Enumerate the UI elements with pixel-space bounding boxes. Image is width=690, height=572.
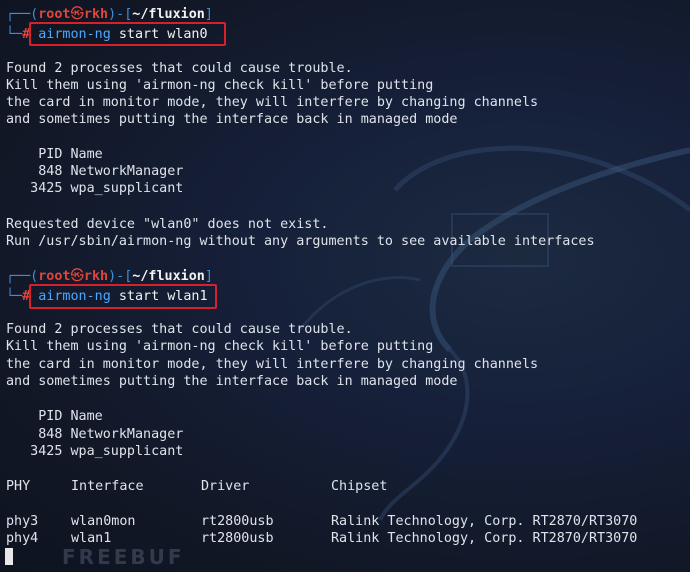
output-line: Found 2 processes that could cause troub… [6, 61, 353, 76]
output-line: Run /usr/sbin/airmon-ng without any argu… [6, 234, 595, 249]
skull-icon: ㉿ [70, 7, 84, 22]
command-highlight-box-2 [29, 284, 217, 309]
table-cell: Ralink Technology, Corp. RT2870/RT3070 [331, 514, 638, 529]
output-line: the card in monitor mode, they will inte… [6, 357, 539, 372]
output-line: and sometimes putting the interface back… [6, 374, 458, 389]
table-cell: rt2800usb [201, 514, 274, 529]
prompt-corner: ┌──( [6, 7, 39, 22]
prompt-host: rkh [83, 269, 109, 284]
output-line: 3425 wpa_supplicant [6, 181, 184, 196]
table-header: Driver [201, 479, 250, 494]
output-line: Requested device "wlan0" does not exist. [6, 217, 329, 232]
freebuf-watermark: FREEBUF [62, 545, 185, 569]
output-line: PID Name [6, 147, 103, 162]
output-line: Found 2 processes that could cause troub… [6, 322, 353, 337]
prompt-line-2: ┌──(root㉿rkh)-[~/fluxion] [6, 269, 213, 284]
prompt-host: rkh [83, 7, 109, 22]
prompt-path: ~/fluxion [132, 7, 205, 22]
prompt-path: ~/fluxion [132, 269, 205, 284]
command-highlight-box-1 [29, 22, 226, 46]
output-line: 848 NetworkManager [6, 427, 184, 442]
output-line: and sometimes putting the interface back… [6, 112, 458, 127]
output-line: 848 NetworkManager [6, 164, 184, 179]
output-line: Kill them using 'airmon-ng check kill' b… [6, 78, 434, 93]
prompt-line-1: ┌──(root㉿rkh)-[~/fluxion] [6, 7, 213, 22]
table-cell: rt2800usb [201, 531, 274, 546]
table-header: Interface [71, 479, 144, 494]
prompt-user: root [38, 269, 71, 284]
terminal-window[interactable]: ┌──(root㉿rkh)-[~/fluxion] └─# airmon-ng … [0, 0, 690, 572]
output-line: Kill them using 'airmon-ng check kill' b… [6, 339, 434, 354]
table-header: PHY [6, 479, 31, 494]
terminal-cursor[interactable] [5, 548, 13, 565]
table-cell: wlan0mon [71, 514, 136, 529]
output-line: the card in monitor mode, they will inte… [6, 95, 539, 110]
table-cell: Ralink Technology, Corp. RT2870/RT3070 [331, 531, 638, 546]
table-cell: phy3 [6, 514, 39, 529]
table-header: Chipset [331, 479, 388, 494]
skull-icon: ㉿ [70, 269, 84, 284]
prompt-user: root [38, 7, 71, 22]
output-line: 3425 wpa_supplicant [6, 444, 184, 459]
output-line: PID Name [6, 409, 103, 424]
table-cell: phy4 [6, 531, 39, 546]
